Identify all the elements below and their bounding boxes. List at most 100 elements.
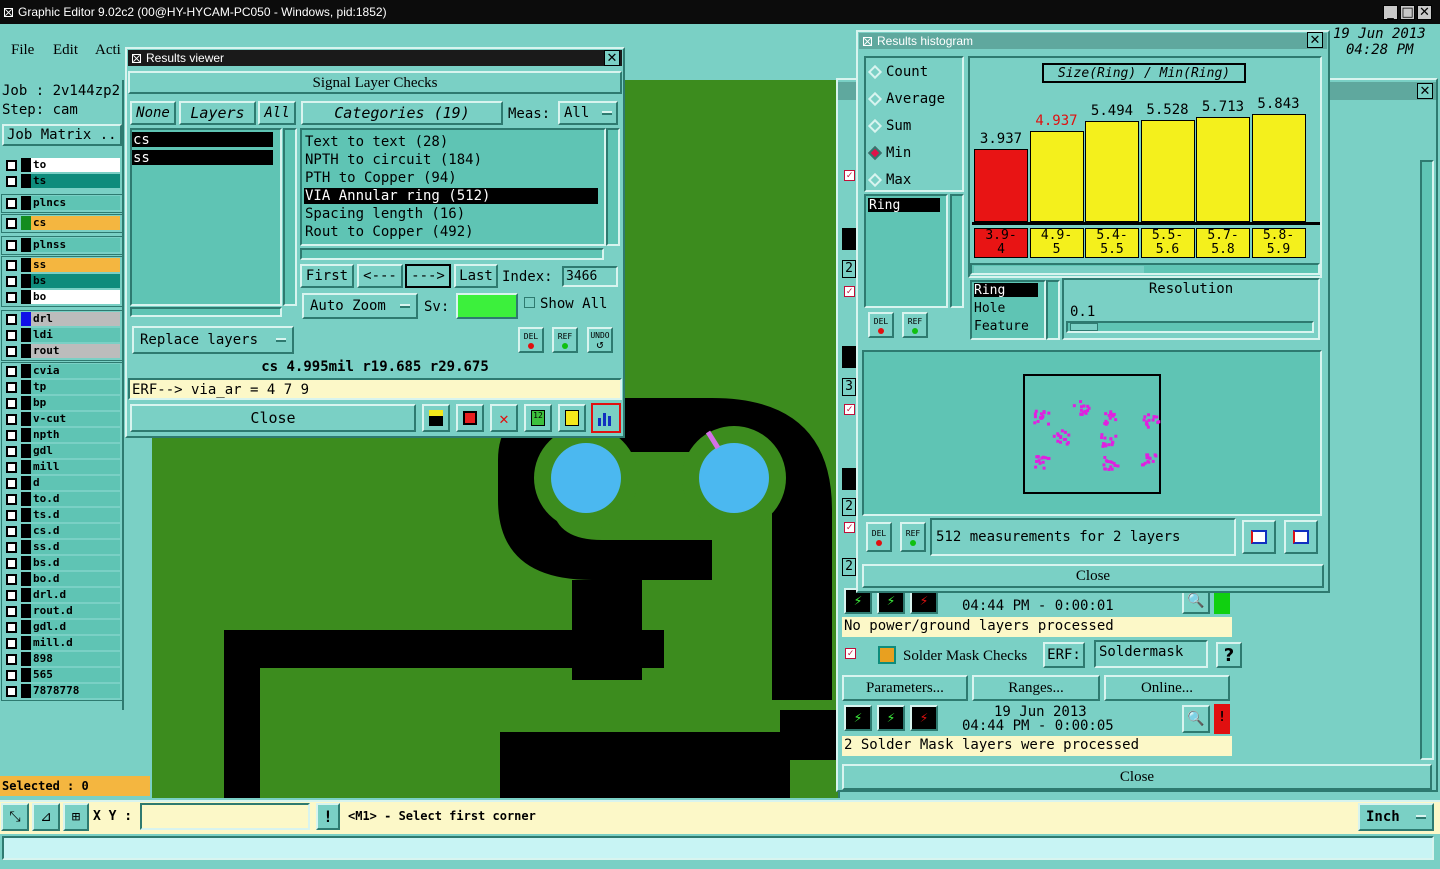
field-list-scrollbar[interactable]: [950, 194, 964, 308]
check-enable-checkbox[interactable]: ✓: [844, 286, 855, 297]
layer-checkbox[interactable]: [6, 197, 17, 209]
mode-option[interactable]: Max: [867, 172, 911, 188]
none-button[interactable]: None: [130, 101, 176, 125]
layer-checkbox[interactable]: [6, 381, 17, 393]
menu-edit[interactable]: Edit: [53, 42, 78, 59]
layer-checkbox[interactable]: [6, 429, 17, 441]
layer-row[interactable]: ldi: [4, 328, 120, 342]
layer-row[interactable]: ss.d: [4, 540, 120, 554]
layer-row[interactable]: mill.d: [4, 636, 120, 650]
layer-row[interactable]: mill: [4, 460, 120, 474]
hist-del-icon[interactable]: DEL: [868, 312, 894, 338]
layer-checkbox[interactable]: [6, 413, 17, 425]
layer-checkbox[interactable]: [6, 217, 17, 229]
preview-ref-icon[interactable]: REF: [900, 522, 926, 552]
layer-checkbox[interactable]: [6, 621, 17, 633]
layer-row[interactable]: cvia: [4, 364, 120, 378]
histogram-bar[interactable]: [1251, 114, 1306, 222]
parameters-button[interactable]: Parameters...: [842, 675, 968, 701]
menu-file[interactable]: File: [11, 42, 34, 59]
layer-row[interactable]: cs.d: [4, 524, 120, 538]
layer-checkbox[interactable]: [6, 589, 17, 601]
layer-row[interactable]: 7878778: [4, 684, 120, 698]
layer-list-scrollbar[interactable]: [283, 128, 297, 306]
layer-checkbox[interactable]: [6, 461, 17, 473]
sv-color-dropdown[interactable]: [456, 293, 518, 319]
layer-row[interactable]: to.d: [4, 492, 120, 506]
mode-option[interactable]: Average: [867, 91, 945, 107]
field-list-item-ring[interactable]: Ring: [868, 198, 940, 213]
zoom-window-icon[interactable]: ⤡: [1, 803, 29, 831]
layer-checkbox[interactable]: [6, 329, 17, 341]
grid-icon[interactable]: ⊞: [63, 803, 89, 831]
layer-checkbox[interactable]: [6, 259, 17, 271]
category-item[interactable]: PTH to Copper (94): [304, 170, 598, 186]
checks-close-button[interactable]: Close: [842, 764, 1432, 790]
layer-row[interactable]: bs.d: [4, 556, 120, 570]
next-button[interactable]: --->: [405, 264, 451, 288]
layer-checkbox[interactable]: [6, 685, 17, 697]
check-enable-checkbox[interactable]: ✓: [844, 170, 855, 181]
mode-option[interactable]: Min: [867, 145, 911, 161]
histogram-close-icon[interactable]: ✕: [1307, 32, 1323, 48]
minimize-button[interactable]: _: [1383, 5, 1398, 20]
category-item[interactable]: Text to text (28): [304, 134, 598, 150]
layer-row[interactable]: rout: [4, 344, 120, 358]
axis-field-hole[interactable]: Hole: [974, 301, 1005, 316]
menu-actions[interactable]: Acti: [95, 42, 121, 59]
layer-row[interactable]: to: [4, 158, 120, 172]
layer-row[interactable]: plncs: [4, 196, 120, 210]
del-icon[interactable]: DEL: [518, 327, 544, 353]
layer-checkbox[interactable]: [6, 493, 17, 505]
hist-ref-icon[interactable]: REF: [902, 312, 928, 338]
maximize-button[interactable]: □: [1400, 5, 1415, 20]
category-hscroll[interactable]: [300, 248, 604, 260]
import-icon[interactable]: [1284, 520, 1318, 554]
category-item[interactable]: Spacing length (16): [304, 206, 598, 222]
layer-checkbox[interactable]: [6, 525, 17, 537]
check-enable-checkbox[interactable]: ✓: [844, 522, 855, 533]
resolution-slider[interactable]: [1066, 321, 1314, 333]
export-icon[interactable]: [1242, 520, 1276, 554]
layer-row[interactable]: ts.d: [4, 508, 120, 522]
histogram-chart[interactable]: 3.937 3.9- 4 4.937 4.9- 5 5.494 5.4- 5.5 5.528 5.5…: [972, 88, 1320, 260]
layer-checkbox[interactable]: [6, 477, 17, 489]
show-all-checkbox[interactable]: [524, 297, 535, 308]
layer-row[interactable]: npth: [4, 428, 120, 442]
run-icon[interactable]: ⚡: [844, 705, 872, 731]
layers-button[interactable]: Layers: [179, 101, 256, 125]
histogram-bar[interactable]: [1196, 117, 1250, 222]
marker-icon[interactable]: [456, 404, 484, 432]
mode-option[interactable]: Count: [867, 64, 928, 80]
checks-window-close-icon[interactable]: ✕: [1417, 83, 1433, 99]
close-app-button[interactable]: ✕: [1417, 5, 1432, 20]
layer-row[interactable]: bo.d: [4, 572, 120, 586]
category-scrollbar[interactable]: [606, 128, 620, 246]
job-matrix-button[interactable]: Job Matrix ..: [2, 124, 122, 146]
layer-item-ss[interactable]: ss: [132, 150, 273, 166]
prev-button[interactable]: <---: [357, 264, 403, 288]
xy-input[interactable]: [140, 803, 310, 830]
histogram-close-button[interactable]: Close: [862, 564, 1324, 588]
solder-mask-checkbox[interactable]: ✓: [845, 648, 856, 659]
layer-list-hscroll[interactable]: [130, 307, 282, 317]
units-dropdown[interactable]: Inch: [1358, 803, 1434, 831]
layer-checkbox[interactable]: [6, 637, 17, 649]
layer-row[interactable]: 565: [4, 668, 120, 682]
layer-item-cs[interactable]: cs: [132, 132, 273, 148]
axis-field-ring[interactable]: Ring: [974, 283, 1038, 298]
run-all-icon[interactable]: ⚡: [910, 705, 938, 731]
alert-button[interactable]: !: [316, 803, 340, 830]
layer-row[interactable]: bp: [4, 396, 120, 410]
axis-field-scrollbar[interactable]: [1046, 280, 1060, 340]
check-step-number[interactable]: 3: [842, 378, 856, 396]
run-icon[interactable]: [842, 228, 856, 250]
histogram-bar[interactable]: [1029, 131, 1084, 222]
histogram-bar[interactable]: [974, 149, 1028, 222]
layer-checkbox[interactable]: [6, 365, 17, 377]
auto-zoom-dropdown[interactable]: Auto Zoom: [302, 293, 418, 319]
axis-field-feature[interactable]: Feature: [974, 319, 1029, 334]
replace-layers-dropdown[interactable]: Replace layers: [132, 326, 294, 354]
check-step-number[interactable]: 2: [842, 558, 856, 576]
categories-button[interactable]: Categories (19): [301, 101, 503, 125]
